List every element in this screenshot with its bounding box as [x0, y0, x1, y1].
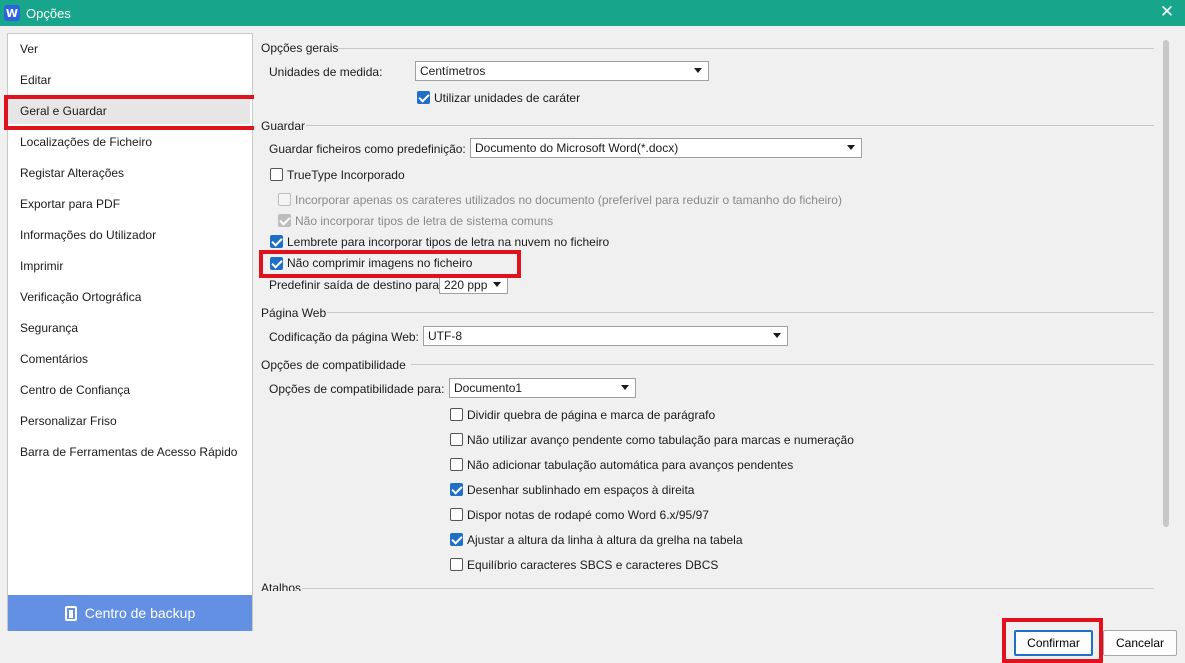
sidebar-item-ver[interactable]: Ver: [20, 42, 38, 56]
compat-option-label: Dividir quebra de página e marca de pará…: [467, 408, 716, 422]
web-encoding-label: Codificação da página Web:: [269, 330, 419, 344]
compat-option-checkbox[interactable]: [450, 558, 463, 571]
section-divider: [327, 312, 1154, 313]
no-system-fonts-label: Não incorporar tipos de letra de sistema…: [295, 214, 554, 228]
embed-used-chars-label: Incorporar apenas os carateres utilizado…: [295, 193, 842, 207]
compat-document-value: Documento1: [454, 381, 523, 395]
section-general-heading: Opções gerais: [261, 41, 339, 55]
compat-option-checkbox[interactable]: [450, 433, 463, 446]
section-divider: [338, 48, 1154, 49]
sidebar-item-exportar-pdf[interactable]: Exportar para PDF: [20, 197, 120, 211]
compat-option-checkbox[interactable]: [450, 483, 463, 496]
default-output-label: Predefinir saída de destino para:: [269, 278, 443, 292]
chevron-down-icon: [621, 385, 629, 390]
compat-option-checkbox[interactable]: [450, 408, 463, 421]
units-select[interactable]: Centímetros: [415, 61, 709, 81]
web-encoding-select[interactable]: UTF-8: [423, 326, 788, 346]
units-label: Unidades de medida:: [269, 65, 383, 79]
sidebar-item-centro-confianca[interactable]: Centro de Confiança: [20, 383, 130, 397]
sidebar-item-registar-alteracoes[interactable]: Registar Alterações: [20, 166, 124, 180]
truetype-label: TrueType Incorporado: [287, 168, 405, 182]
save-format-select[interactable]: Documento do Microsoft Word(*.docx): [470, 138, 862, 158]
annotation-highlight-sidebar: [4, 95, 262, 130]
section-shortcuts-heading: Atalhos: [261, 581, 302, 591]
chevron-down-icon: [847, 145, 855, 150]
compat-option-label: Dispor notas de rodapé como Word 6.x/95/…: [467, 508, 709, 522]
section-divider: [306, 125, 1154, 126]
annotation-highlight-no-compress: [259, 250, 521, 278]
char-units-label: Utilizar unidades de caráter: [434, 91, 581, 105]
truetype-checkbox[interactable]: [270, 168, 283, 181]
title-bar: W Opções ✕: [0, 0, 1185, 26]
default-output-value: 220 ppp: [444, 277, 488, 292]
sidebar-item-personalizar-friso[interactable]: Personalizar Friso: [20, 414, 117, 428]
compat-option-label: Ajustar a altura da linha à altura da gr…: [467, 533, 743, 547]
compat-option-label: Não adicionar tabulação automática para …: [467, 458, 794, 472]
section-divider: [302, 588, 1154, 589]
compat-option-label: Não utilizar avanço pendente como tabula…: [467, 433, 854, 447]
web-encoding-value: UTF-8: [428, 329, 462, 343]
compat-for-label: Opções de compatibilidade para:: [269, 382, 445, 396]
save-as-label: Guardar ficheiros como predefinição:: [269, 142, 466, 156]
window-title: Opções: [26, 5, 71, 21]
sidebar-item-barra-acesso-rapido[interactable]: Barra de Ferramentas de Acesso Rápido: [20, 445, 237, 459]
sidebar-item-imprimir[interactable]: Imprimir: [20, 259, 63, 273]
section-save-heading: Guardar: [261, 119, 306, 133]
annotation-highlight-confirm: [1002, 618, 1103, 663]
backup-center-button[interactable]: Centro de backup: [8, 595, 252, 631]
close-icon[interactable]: ✕: [1157, 2, 1177, 22]
sidebar-item-informacoes-utilizador[interactable]: Informações do Utilizador: [20, 228, 156, 242]
sidebar-item-seguranca[interactable]: Segurança: [20, 321, 78, 335]
embed-used-chars-checkbox[interactable]: [278, 193, 291, 206]
cloud-fonts-reminder-label: Lembrete para incorporar tipos de letra …: [287, 235, 610, 249]
sidebar-item-verificacao-ortografica[interactable]: Verificação Ortográfica: [20, 290, 141, 304]
chevron-down-icon: [773, 333, 781, 338]
compat-option-checkbox[interactable]: [450, 508, 463, 521]
app-logo-icon: W: [4, 5, 20, 21]
content-scrollbar[interactable]: [1163, 40, 1169, 527]
section-web-heading: Página Web: [261, 306, 327, 320]
backup-center-label: Centro de backup: [84, 605, 196, 621]
options-content: Opções gerais Unidades de medida: Centím…: [254, 33, 1170, 591]
compat-option-label: Equilíbrio caracteres SBCS e caracteres …: [467, 558, 719, 572]
section-compat-heading: Opções de compatibilidade: [261, 358, 406, 372]
cancel-button[interactable]: Cancelar: [1103, 630, 1177, 656]
save-format-value: Documento do Microsoft Word(*.docx): [475, 141, 679, 155]
no-system-fonts-checkbox[interactable]: [278, 214, 291, 227]
char-units-checkbox[interactable]: [417, 91, 430, 104]
compat-option-checkbox[interactable]: [450, 533, 463, 546]
sidebar-item-localizacoes[interactable]: Localizações de Ficheiro: [20, 135, 152, 149]
chevron-down-icon: [493, 282, 501, 287]
compat-option-checkbox[interactable]: [450, 458, 463, 471]
chevron-down-icon: [694, 68, 702, 73]
compat-document-select[interactable]: Documento1: [449, 378, 636, 398]
backup-icon: [64, 605, 77, 621]
cloud-fonts-reminder-checkbox[interactable]: [270, 235, 283, 248]
section-divider: [411, 364, 1154, 365]
compat-option-label: Desenhar sublinhado em espaços à direita: [467, 483, 695, 497]
sidebar-item-comentarios[interactable]: Comentários: [20, 352, 88, 366]
sidebar-item-editar[interactable]: Editar: [20, 73, 51, 87]
units-select-value: Centímetros: [420, 64, 486, 78]
